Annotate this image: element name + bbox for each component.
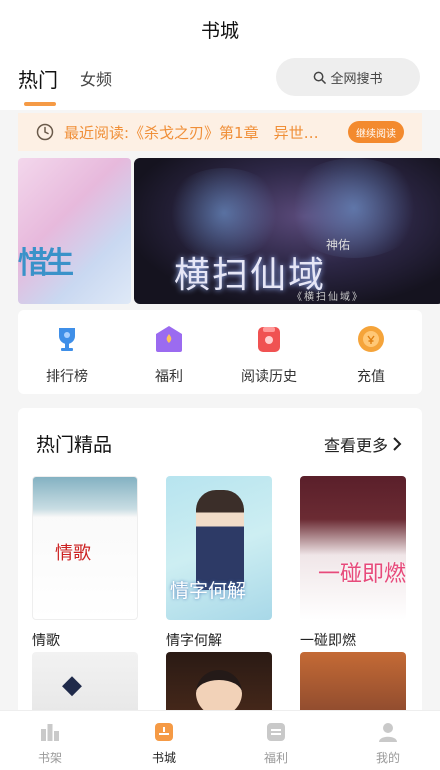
quick-entry-recharge[interactable]: 充值 xyxy=(336,324,406,386)
book-card[interactable]: 情字何解 情字何解 xyxy=(166,476,274,650)
clock-icon xyxy=(36,123,54,141)
book-title: 情歌 xyxy=(32,633,60,649)
quick-entry-ranking[interactable]: 排行榜 xyxy=(32,324,102,386)
search-label: 全网搜书 xyxy=(330,71,383,87)
banner-left-title: 惜生 xyxy=(18,246,74,281)
category-tabs-bar: 热门 女频 全网搜书 xyxy=(0,58,440,110)
recent-reading-bar[interactable]: 最近阅读:《杀戈之刃》第1章 异世… 继续阅读 xyxy=(18,113,422,151)
see-more-label: 查看更多 xyxy=(323,436,388,455)
book-card[interactable]: 情歌 情歌 xyxy=(32,476,140,650)
hot-picks-section: 热门精品 查看更多 情歌 情歌 情字何解 情字何解 一碰即燃 一碰即燃 ◆ xyxy=(18,408,422,718)
coin-icon xyxy=(356,324,386,354)
cover-title: 一碰即燃 xyxy=(318,562,406,587)
nav-label: 福利 xyxy=(263,751,288,765)
quick-entry-label: 阅读历史 xyxy=(241,369,297,385)
cover-art: ◆ xyxy=(62,670,82,700)
cover-title: 情字何解 xyxy=(170,580,247,602)
banner-subtitle: 《横扫仙域》 xyxy=(292,292,364,303)
nav-label: 书城 xyxy=(151,751,176,765)
quick-entry-label: 排行榜 xyxy=(46,369,88,385)
bottom-navigation: 书架 书城 福利 我的 xyxy=(0,710,440,770)
welfare-icon xyxy=(267,723,285,741)
book-title: 情字何解 xyxy=(166,633,222,649)
nav-welfare[interactable]: 福利 xyxy=(246,721,306,766)
book-cover: 情歌 xyxy=(32,476,138,620)
book-cover xyxy=(300,652,406,718)
profile-icon xyxy=(379,723,397,742)
banner-art xyxy=(164,168,284,258)
banner-carousel[interactable]: 惜生 神佑 横扫仙域 《横扫仙域》 xyxy=(18,158,440,306)
nav-label: 我的 xyxy=(375,751,400,765)
section-title: 热门精品 xyxy=(36,434,113,456)
quick-entry-history[interactable]: 阅读历史 xyxy=(234,324,304,386)
quick-entry-label: 福利 xyxy=(155,369,183,385)
recent-reading-text: 最近阅读:《杀戈之刃》第1章 异世… xyxy=(64,123,319,142)
banner-art xyxy=(284,158,424,258)
book-card[interactable]: ◆ xyxy=(32,652,140,718)
cover-art xyxy=(33,477,137,517)
banner-author: 神佑 xyxy=(326,238,351,252)
banner-slide-current[interactable]: 神佑 横扫仙域 《横扫仙域》 xyxy=(134,158,440,304)
bookstore-icon xyxy=(155,723,173,741)
chevron-right-icon xyxy=(393,437,402,451)
book-card[interactable]: 一碰即燃 一碰即燃 xyxy=(300,476,408,650)
nav-profile[interactable]: 我的 xyxy=(358,721,418,766)
history-icon xyxy=(254,324,284,354)
book-title: 一碰即燃 xyxy=(300,633,356,649)
cover-art xyxy=(196,490,244,590)
nav-label: 书架 xyxy=(37,751,62,765)
book-cover: 情字何解 xyxy=(166,476,272,620)
title-bar: 书城 xyxy=(0,0,440,58)
tab-hot[interactable]: 热门 xyxy=(18,64,58,93)
page-title: 书城 xyxy=(200,19,239,42)
book-cover: ◆ xyxy=(32,652,138,718)
nav-bookshelf[interactable]: 书架 xyxy=(20,721,80,766)
quick-entry-card: 排行榜 福利 阅读历史 充值 xyxy=(18,310,422,394)
banner-slide-previous[interactable]: 惜生 xyxy=(18,158,131,304)
bookshelf-icon xyxy=(41,724,59,741)
tab-female[interactable]: 女频 xyxy=(80,66,112,90)
nav-bookstore[interactable]: 书城 xyxy=(134,721,194,766)
quick-entry-label: 充值 xyxy=(357,369,385,385)
trophy-icon xyxy=(52,324,82,354)
book-cover: 一碰即燃 xyxy=(300,476,406,620)
book-card[interactable] xyxy=(300,652,408,718)
gift-house-icon xyxy=(154,324,184,354)
see-more-link[interactable]: 查看更多 xyxy=(324,432,402,456)
cover-title: 情歌 xyxy=(55,543,91,564)
quick-entry-welfare[interactable]: 福利 xyxy=(134,324,204,386)
search-icon xyxy=(314,71,327,84)
active-tab-indicator xyxy=(24,102,56,106)
continue-reading-button[interactable]: 继续阅读 xyxy=(348,121,404,143)
search-button[interactable]: 全网搜书 xyxy=(276,58,420,96)
book-cover xyxy=(166,652,272,718)
book-card[interactable] xyxy=(166,652,274,718)
